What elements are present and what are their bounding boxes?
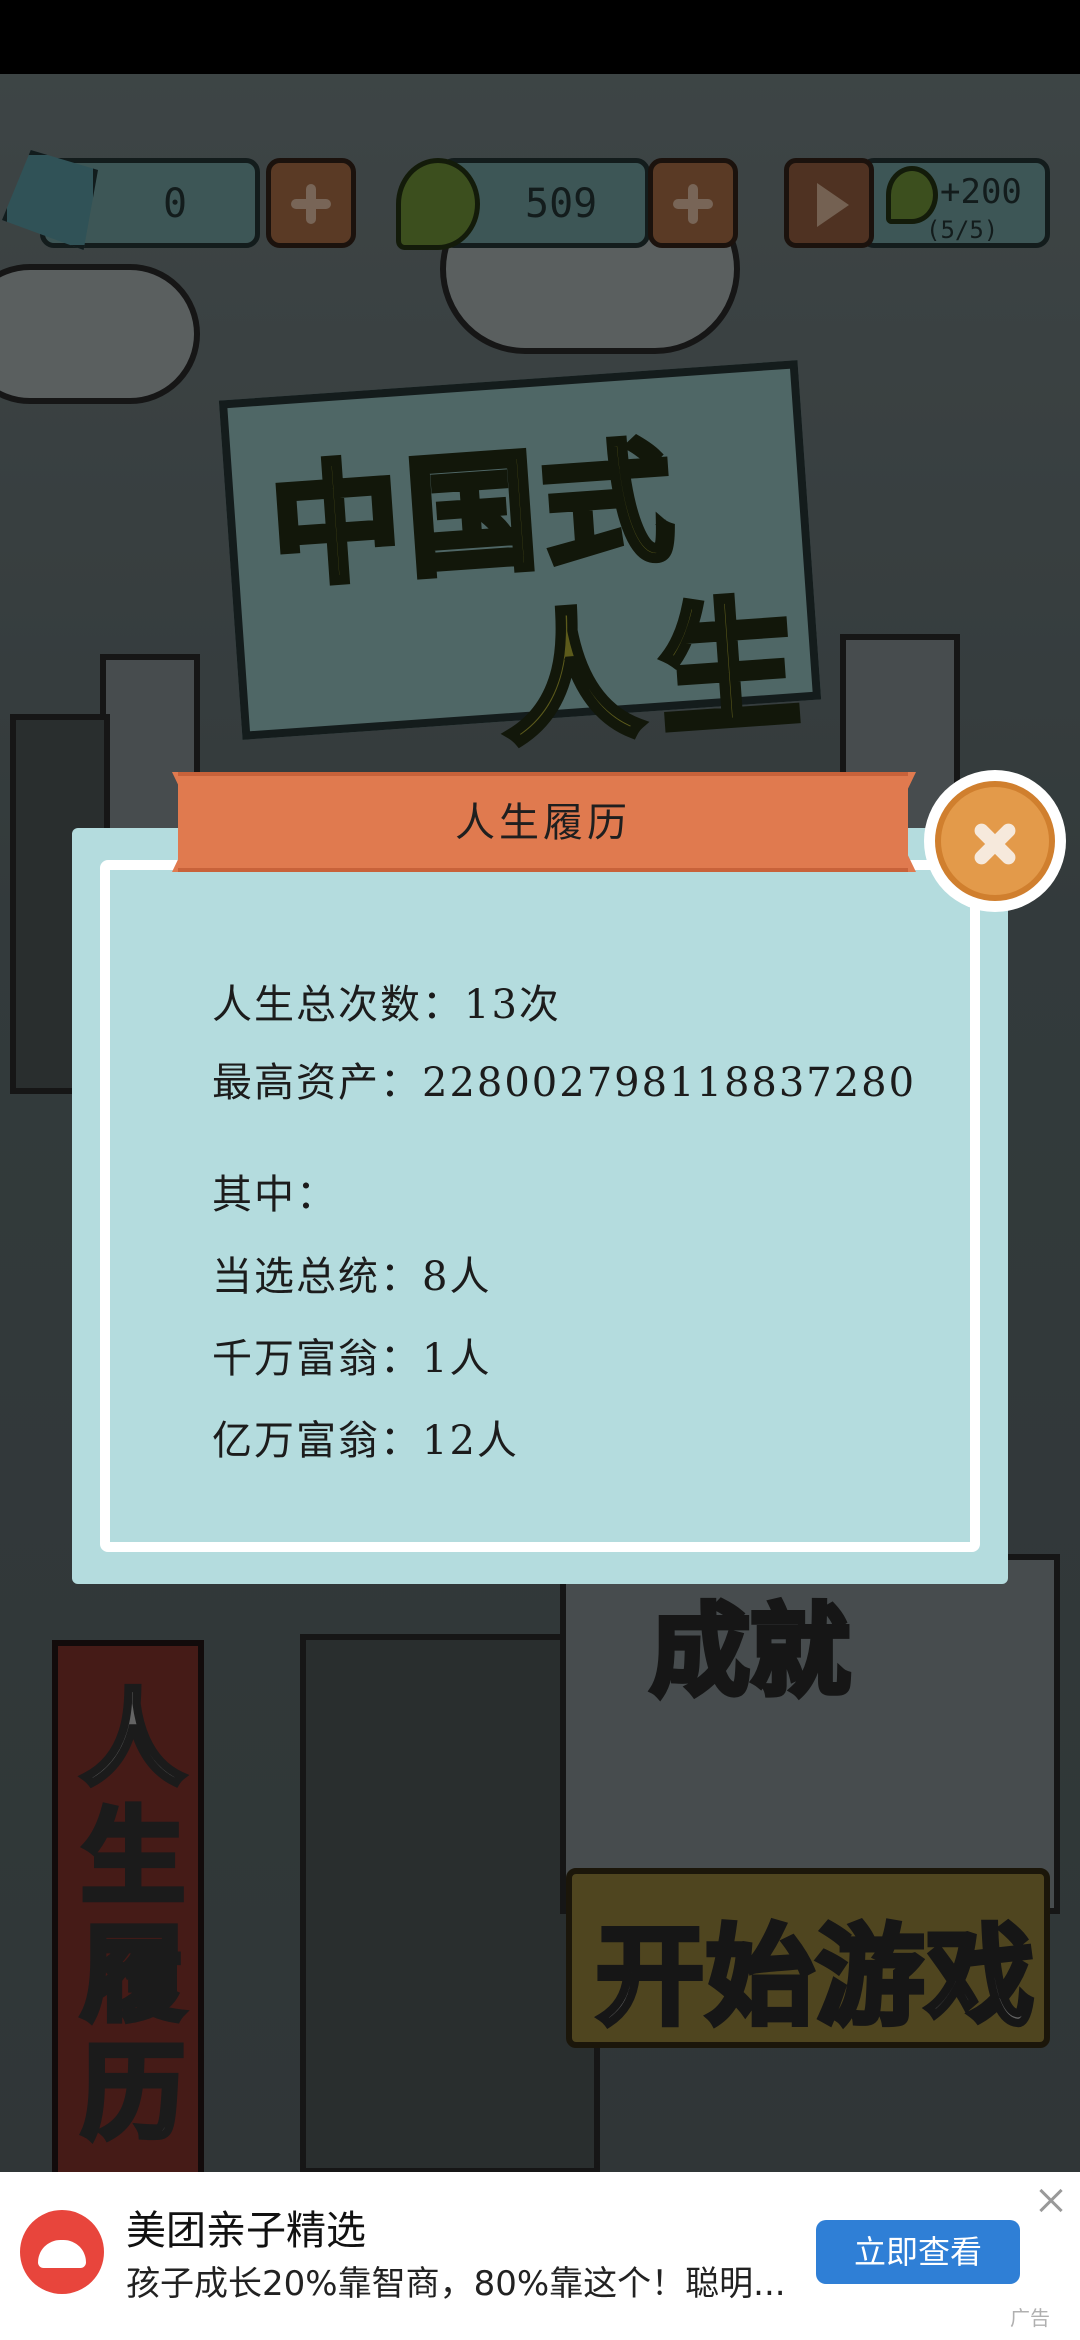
dialog-title: 人生履历 xyxy=(455,800,631,846)
ten-millionaires-stat: 千万富翁：1人 xyxy=(212,1336,492,1382)
ad-description: 孩子成长20%靠智商，80%靠这个！聪明... xyxy=(126,2264,786,2304)
close-icon-circle xyxy=(935,781,1055,901)
close-icon xyxy=(941,787,1061,907)
close-dialog-button[interactable] xyxy=(924,770,1066,912)
total-lives-stat: 人生总次数：13次 xyxy=(212,982,561,1028)
ad-logo xyxy=(20,2210,104,2294)
billionaires-stat: 亿万富翁：12人 xyxy=(212,1418,519,1464)
breakdown-label: 其中： xyxy=(212,1172,338,1218)
ad-banner[interactable]: 美团亲子精选 孩子成长20%靠智商，80%靠这个！聪明... 立即查看 xyxy=(0,2172,1080,2340)
highest-assets-stat: 最高资产：2280027981188372​80 xyxy=(212,1060,917,1106)
ad-title: 美团亲子精选 xyxy=(126,2208,366,2254)
presidents-stat: 当选总统：8人 xyxy=(212,1254,492,1300)
ad-close-icon[interactable] xyxy=(1036,2186,1066,2216)
ad-view-now-button[interactable]: 立即查看 xyxy=(816,2220,1020,2284)
ad-tag: 广告 xyxy=(1010,2306,1050,2330)
